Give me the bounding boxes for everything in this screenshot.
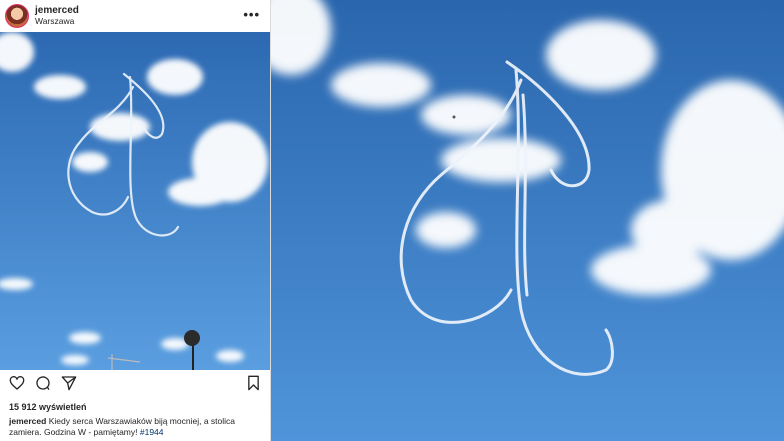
zoomed-photo [271, 0, 784, 441]
avatar[interactable] [5, 4, 29, 28]
heart-icon[interactable] [9, 375, 25, 396]
location[interactable]: Warszawa [35, 16, 79, 27]
post-photo[interactable] [0, 32, 270, 370]
hashtag-link[interactable]: #1944 [140, 427, 164, 437]
username[interactable]: jemerced [35, 5, 79, 16]
caption: jemerced Kiedy serca Warszawiaków biją m… [9, 416, 267, 438]
view-count[interactable]: 15 912 wyświetleń [9, 402, 87, 412]
post-header: jemerced Warszawa ••• [0, 0, 270, 32]
bookmark-icon[interactable] [246, 375, 261, 396]
user-meta: jemerced Warszawa [35, 5, 79, 27]
post-actions [0, 372, 270, 396]
instagram-post: jemerced Warszawa ••• 15 912 wyświetleń … [0, 0, 271, 441]
comment-icon[interactable] [35, 375, 51, 396]
more-icon[interactable]: ••• [243, 7, 260, 22]
zoomed-sky [271, 0, 784, 441]
caption-username[interactable]: jemerced [9, 416, 46, 426]
sky-photo [0, 32, 270, 370]
share-icon[interactable] [61, 375, 77, 396]
